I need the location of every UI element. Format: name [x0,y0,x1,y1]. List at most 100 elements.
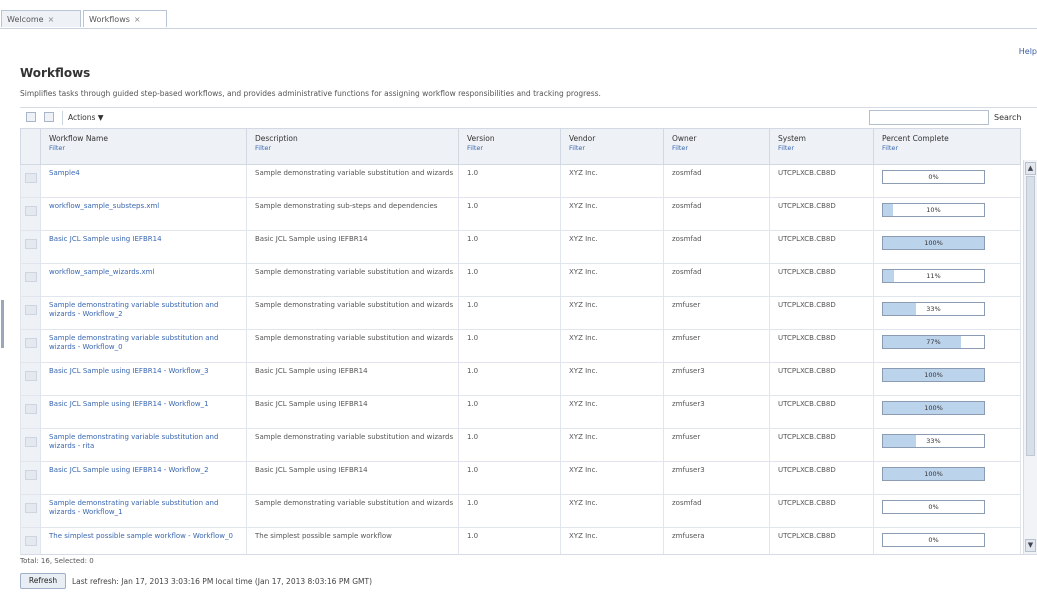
row-select-checkbox[interactable] [25,503,37,513]
workflow-name-cell[interactable]: Sample demonstrating variable substituti… [40,296,247,330]
last-refresh-text: Last refresh: Jan 17, 2013 3:03:16 PM lo… [72,577,372,586]
description-cell: The simplest possible sample workflow [246,527,459,554]
table-row[interactable]: Sample4 Sample demonstrating variable sub… [20,164,1021,198]
actions-menu-button[interactable]: Actions ▼ [68,113,104,122]
workflow-name-cell[interactable]: workflow_sample_substeps.xml [40,197,247,231]
scroll-down-icon[interactable]: ▼ [1025,539,1036,552]
splitter-handle[interactable] [1,300,4,348]
row-select-checkbox[interactable] [25,173,37,183]
table-row[interactable]: Basic JCL Sample using IEFBR14 - Workflo… [20,395,1021,429]
filter-link[interactable]: Filter [778,144,873,152]
workflow-name-cell[interactable]: Sample demonstrating variable substituti… [40,494,247,528]
progress-label: 100% [924,371,943,379]
row-select-cell[interactable] [20,428,41,462]
help-link[interactable]: Help [1019,47,1037,56]
column-header-percent-complete[interactable]: Percent Complete Filter [873,128,1021,165]
owner-cell: zmfuser [663,296,770,330]
vertical-scrollbar[interactable]: ▲ ▼ [1023,160,1037,554]
row-select-checkbox[interactable] [25,239,37,249]
table-row[interactable]: workflow_sample_substeps.xml Sample demon… [20,197,1021,231]
row-select-checkbox[interactable] [25,470,37,480]
workflow-name-cell[interactable]: workflow_sample_wizards.xml [40,263,247,297]
row-select-checkbox[interactable] [25,305,37,315]
version-cell: 1.0 [458,296,561,330]
row-select-checkbox[interactable] [25,371,37,381]
workflow-name-cell[interactable]: Basic JCL Sample using IEFBR14 [40,230,247,264]
refresh-button[interactable]: Refresh [20,573,66,589]
row-select-cell[interactable] [20,197,41,231]
deselect-all-icon[interactable] [44,112,54,122]
filter-link[interactable]: Filter [467,144,560,152]
row-select-checkbox[interactable] [25,272,37,282]
table-row[interactable]: Sample demonstrating variable substituti… [20,428,1021,462]
column-header-workflow-name[interactable]: Workflow Name Filter [40,128,247,165]
workflow-name-cell[interactable]: Basic JCL Sample using IEFBR14 - Workflo… [40,461,247,495]
tab-welcome[interactable]: Welcome × [1,10,81,27]
row-select-cell[interactable] [20,263,41,297]
owner-cell: zosmfad [663,197,770,231]
workflow-name-cell[interactable]: Sample demonstrating variable substituti… [40,428,247,462]
filter-link[interactable]: Filter [49,144,246,152]
table-row[interactable]: Basic JCL Sample using IEFBR14 - Workflo… [20,461,1021,495]
table-row[interactable]: Basic JCL Sample using IEFBR14 Basic JCL … [20,230,1021,264]
vendor-cell: XYZ Inc. [560,494,664,528]
owner-cell: zosmfad [663,164,770,198]
table-row[interactable]: Sample demonstrating variable substituti… [20,494,1021,528]
row-select-checkbox[interactable] [25,536,37,546]
version-cell: 1.0 [458,494,561,528]
column-label: Version [467,134,495,143]
tab-welcome-label: Welcome [7,15,44,24]
row-select-checkbox[interactable] [25,338,37,348]
workflow-name-cell[interactable]: Sample demonstrating variable substituti… [40,329,247,363]
column-header-owner[interactable]: Owner Filter [663,128,770,165]
workflow-name-cell[interactable]: Basic JCL Sample using IEFBR14 - Workflo… [40,395,247,429]
vendor-cell: XYZ Inc. [560,527,664,554]
table-row[interactable]: The simplest possible sample workflow - … [20,527,1021,554]
filter-link[interactable]: Filter [672,144,769,152]
row-select-checkbox[interactable] [25,404,37,414]
select-column-header [20,128,41,165]
scroll-up-icon[interactable]: ▲ [1025,162,1036,175]
workflow-name-cell[interactable]: The simplest possible sample workflow - … [40,527,247,554]
progress-bar: 77% [882,335,985,349]
progress-label: 33% [926,305,941,313]
close-icon[interactable]: × [48,15,55,24]
progress-bar: 33% [882,434,985,448]
filter-link[interactable]: Filter [255,144,458,152]
scrollbar-thumb[interactable] [1026,176,1035,456]
percent-complete-cell: 100% [873,362,1021,396]
row-select-cell[interactable] [20,296,41,330]
table-toolbar: Actions ▼ Search [20,107,1037,128]
row-select-cell[interactable] [20,461,41,495]
table-row[interactable]: Basic JCL Sample using IEFBR14 - Workflo… [20,362,1021,396]
row-select-cell[interactable] [20,395,41,429]
workflow-name-cell[interactable]: Sample4 [40,164,247,198]
table-row[interactable]: Sample demonstrating variable substituti… [20,296,1021,330]
row-select-cell[interactable] [20,527,41,554]
close-icon[interactable]: × [134,15,141,24]
column-label: Workflow Name [49,134,108,143]
row-select-cell[interactable] [20,230,41,264]
version-cell: 1.0 [458,428,561,462]
column-header-system[interactable]: System Filter [769,128,874,165]
tab-workflows[interactable]: Workflows × [83,10,167,27]
version-cell: 1.0 [458,461,561,495]
search-button[interactable]: Search [994,113,1021,122]
table-row[interactable]: Sample demonstrating variable substituti… [20,329,1021,363]
workflow-name-cell[interactable]: Basic JCL Sample using IEFBR14 - Workflo… [40,362,247,396]
row-select-cell[interactable] [20,494,41,528]
filter-link[interactable]: Filter [569,144,663,152]
row-select-checkbox[interactable] [25,206,37,216]
row-select-cell[interactable] [20,164,41,198]
row-select-cell[interactable] [20,362,41,396]
column-header-version[interactable]: Version Filter [458,128,561,165]
column-header-vendor[interactable]: Vendor Filter [560,128,664,165]
row-select-cell[interactable] [20,329,41,363]
column-header-description[interactable]: Description Filter [246,128,459,165]
search-input[interactable] [869,110,989,125]
row-select-checkbox[interactable] [25,437,37,447]
owner-cell: zmfuser3 [663,362,770,396]
table-row[interactable]: workflow_sample_wizards.xml Sample demons… [20,263,1021,297]
filter-link[interactable]: Filter [882,144,1020,152]
select-all-icon[interactable] [26,112,36,122]
